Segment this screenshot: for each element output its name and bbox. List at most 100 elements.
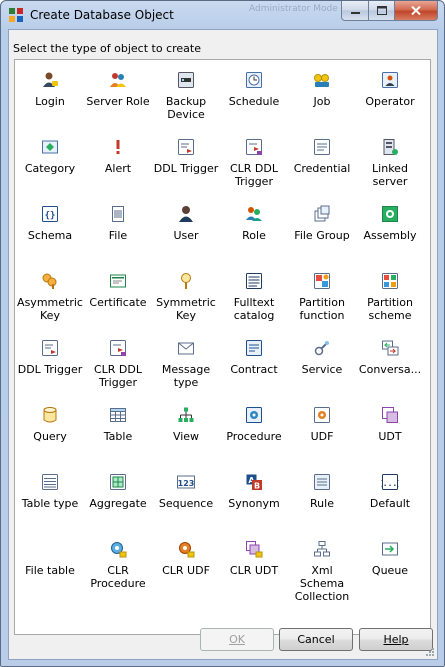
default-icon: [...] [378, 473, 402, 491]
object-type-label: Server Role [86, 95, 150, 108]
object-type-item[interactable]: Operator [357, 62, 423, 126]
button-bar: OK Cancel Help [9, 628, 437, 659]
object-type-item[interactable]: Category [17, 129, 83, 193]
object-type-item[interactable]: File table [17, 531, 83, 595]
maximize-button[interactable] [369, 1, 395, 21]
object-type-item[interactable]: Server Role [85, 62, 151, 126]
clr-udt-icon [245, 540, 263, 558]
object-type-item[interactable]: Procedure [221, 397, 287, 461]
object-type-label: Category [24, 162, 76, 175]
aggregate-icon [109, 473, 127, 491]
object-type-label: CLR UDF [162, 564, 210, 577]
object-type-item[interactable]: DDL Trigger [153, 129, 219, 193]
object-type-item[interactable]: Partition function [289, 263, 355, 327]
close-button[interactable] [395, 1, 438, 21]
object-type-item[interactable]: Table [85, 397, 151, 461]
object-type-item[interactable]: Schedule [221, 62, 287, 126]
credential-icon [313, 138, 331, 156]
object-type-item[interactable]: Contract [221, 330, 287, 394]
object-type-item[interactable]: Linked server [357, 129, 423, 193]
object-type-item[interactable]: CLR DDL Trigger [221, 129, 287, 193]
asymmetric-key-icon [41, 272, 59, 290]
object-type-item[interactable]: Assembly [357, 196, 423, 260]
object-type-item[interactable]: 123 Sequence [153, 464, 219, 528]
object-type-item[interactable]: [...] Default [357, 464, 423, 528]
object-type-label: Rule [310, 497, 334, 510]
object-type-item[interactable]: Query [17, 397, 83, 461]
object-type-item[interactable]: Job [289, 62, 355, 126]
symmetric-key-icon [177, 272, 195, 290]
window-title: Create Database Object [30, 8, 174, 22]
svg-text:{}: {} [45, 211, 56, 221]
backup-device-icon [177, 71, 195, 89]
object-type-label: Fulltext catalog [233, 296, 275, 322]
object-type-item[interactable]: Table type [17, 464, 83, 528]
object-type-label: CLR UDT [229, 564, 279, 577]
object-type-item[interactable]: Conversa... [357, 330, 423, 394]
object-type-item[interactable]: CLR DDL Trigger [85, 330, 151, 394]
object-type-item[interactable]: Login [17, 62, 83, 126]
object-type-label: Partition function [299, 296, 345, 322]
object-type-label: Partition scheme [367, 296, 413, 322]
title-bar[interactable]: Create Database Object Administrator Mod… [1, 1, 444, 28]
object-type-item[interactable]: Queue [357, 531, 423, 595]
object-type-item[interactable]: CLR UDF [153, 531, 219, 595]
contract-icon [245, 339, 263, 357]
svg-text:B: B [254, 482, 260, 491]
cancel-button[interactable]: Cancel [279, 628, 353, 651]
minimize-button[interactable] [341, 1, 369, 21]
object-type-item[interactable]: Role [221, 196, 287, 260]
object-type-item[interactable]: File Group [289, 196, 355, 260]
object-type-label: File table [25, 564, 75, 577]
sequence-icon: 123 [177, 473, 195, 491]
object-type-label: Contract [230, 363, 278, 376]
object-type-item[interactable]: Aggregate [85, 464, 151, 528]
ok-button[interactable]: OK [200, 628, 274, 651]
object-type-item[interactable]: UDF [289, 397, 355, 461]
object-type-label: Aggregate [89, 497, 147, 510]
object-type-label: Schema [27, 229, 73, 242]
object-type-item[interactable]: CLR UDT [221, 531, 287, 595]
object-type-item[interactable]: Backup Device [153, 62, 219, 126]
object-type-item[interactable]: UDT [357, 397, 423, 461]
object-type-item[interactable]: Service [289, 330, 355, 394]
object-type-item[interactable]: Credential [289, 129, 355, 193]
object-type-item[interactable]: Certificate [85, 263, 151, 327]
object-type-item[interactable]: Fulltext catalog [221, 263, 287, 327]
object-type-label: Procedure [226, 430, 282, 443]
object-type-label: Asymmetric Key [17, 296, 83, 322]
server-role-icon [109, 71, 127, 89]
object-type-item[interactable]: Asymmetric Key [17, 263, 83, 327]
object-type-label: File Group [294, 229, 350, 242]
object-type-list[interactable]: Login Server Role Backup Device Schedule Job… [14, 59, 431, 635]
object-type-item[interactable]: Xml Schema Collection [289, 531, 355, 603]
object-type-item[interactable]: Partition scheme [357, 263, 423, 327]
object-type-item[interactable]: {} Schema [17, 196, 83, 260]
object-type-item[interactable]: A B Synonym [221, 464, 287, 528]
partition-function-icon [313, 272, 331, 290]
login-icon [41, 71, 59, 89]
category-icon [41, 138, 59, 156]
object-type-item[interactable]: Message type [153, 330, 219, 394]
query-icon [41, 406, 59, 424]
object-type-label: UDT [378, 430, 402, 443]
assembly-icon [381, 205, 399, 223]
object-type-label: Credential [293, 162, 351, 175]
resize-grip-icon[interactable] [425, 647, 435, 657]
clr-udf-icon [177, 540, 195, 558]
object-type-item[interactable]: Rule [289, 464, 355, 528]
object-type-label: CLR DDL Trigger [229, 162, 279, 188]
rule-icon [313, 473, 331, 491]
object-type-item[interactable]: CLR Procedure [85, 531, 151, 595]
object-type-item[interactable]: Alert [85, 129, 151, 193]
object-type-item[interactable]: View [153, 397, 219, 461]
object-type-label: Alert [104, 162, 132, 175]
object-type-item[interactable]: Symmetric Key [153, 263, 219, 327]
object-type-item[interactable]: User [153, 196, 219, 260]
object-type-label: CLR Procedure [90, 564, 146, 590]
object-type-item[interactable]: DDL Trigger [17, 330, 83, 394]
object-type-item[interactable]: File [85, 196, 151, 260]
object-type-label: Table type [21, 497, 79, 510]
help-button[interactable]: Help [359, 628, 433, 651]
udt-icon [381, 406, 399, 424]
